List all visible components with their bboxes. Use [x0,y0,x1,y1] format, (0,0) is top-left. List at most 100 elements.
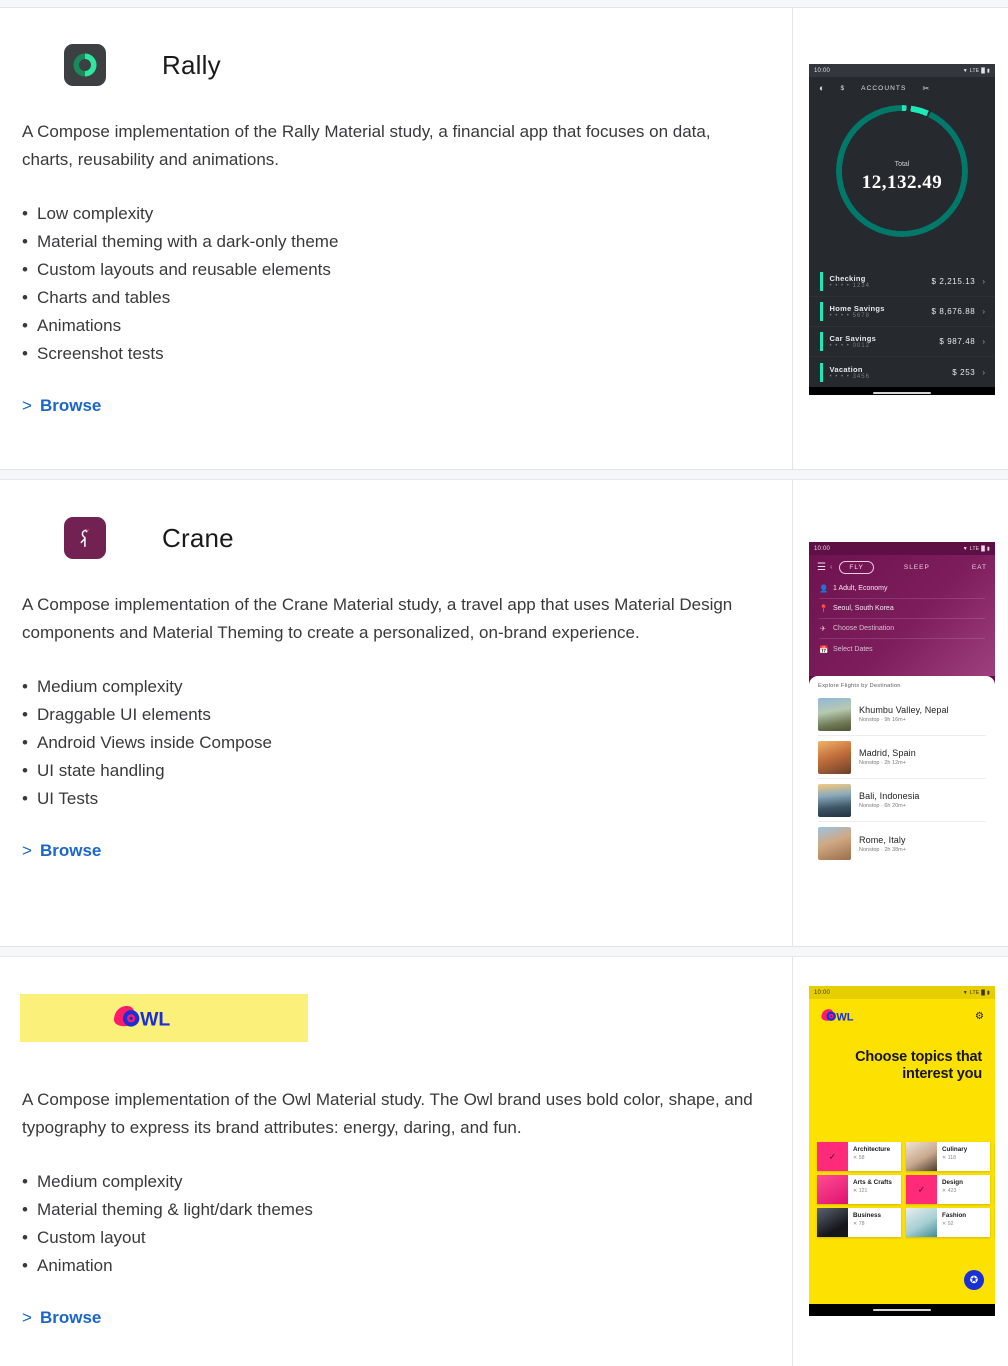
list-item[interactable]: Rome, Italy Nonstop · 2h 38m+ [818,822,986,865]
list-item: Material theming & light/dark themes [22,1196,792,1224]
svg-text:WL: WL [836,1011,853,1023]
topic-card[interactable]: Design ✕ 423 [906,1175,990,1204]
browse-label: Browse [39,841,102,860]
owl-logo-icon: WL [821,1009,854,1023]
accounts-donut-chart [836,105,968,237]
rally-feature-list: Low complexity Material theming with a d… [22,200,792,368]
topic-count: ✕ 423 [942,1188,957,1194]
topic-card[interactable]: Business ✕ 78 [817,1208,901,1237]
battery-icon: ▮ [987,545,990,552]
account-number: • • • • 0012 [829,343,870,349]
sample-row-crane: Crane A Compose implementation of the Cr… [0,481,1008,946]
rally-header: Rally [64,44,792,86]
crane-field-group: 👤 1 Adult, Economy 📍 Seoul, South Korea … [809,579,995,659]
account-amount: $ 253 [952,367,976,377]
tab-eat[interactable]: EAT [972,564,987,571]
destination-city: Khumbu Valley, Nepal [859,705,949,715]
list-item[interactable]: Khumbu Valley, Nepal Nonstop · 9h 16m+ [818,693,986,736]
browse-link-rally[interactable]: > Browse [22,396,101,416]
browse-link-owl[interactable]: > Browse [22,1308,101,1328]
topic-card[interactable]: Architecture ✕ 58 [817,1142,901,1171]
topic-thumbnail [906,1208,937,1237]
topic-card[interactable]: Arts & Crafts ✕ 121 [817,1175,901,1204]
topic-card[interactable]: Culinary ✕ 118 [906,1142,990,1171]
row-divider-1 [0,469,1008,480]
field-origin[interactable]: 📍 Seoul, South Korea [819,599,985,619]
destination-city: Rome, Italy [859,834,906,845]
account-name: Car Savings [829,334,877,343]
location-icon: 📍 [819,604,829,613]
table-row[interactable]: Vacation • • • • 3456 $ 253 › [809,357,995,387]
explore-icon: ✪ [969,1274,979,1286]
pie-chart-icon[interactable]: ◐ [819,83,824,93]
list-item[interactable]: Bali, Indonesia Nonstop · 6h 20m+ [818,779,986,822]
field-dates[interactable]: 📅 Select Dates [819,639,985,659]
rally-phone-screenshot: 10:00 ▼ LTE █ ▮ ◐ $ ACCOUNTS ✂ Total 12,… [809,64,995,395]
signal-icon: █ [981,545,986,552]
tab-accounts[interactable]: ACCOUNTS [861,85,906,92]
bills-icon[interactable]: ✂ [922,84,929,93]
gear-icon[interactable]: ⚙ [975,1011,984,1022]
samples-page: Rally A Compose implementation of the Ra… [0,0,1008,1366]
topic-count: ✕ 92 [942,1221,954,1227]
table-row[interactable]: Car Savings • • • • 0012 $ 987.48 › [809,327,995,357]
battery-icon: ▮ [987,67,990,74]
topic-meta: Business ✕ 78 [848,1208,881,1237]
list-item[interactable]: Madrid, Spain Nonstop · 2h 12m+ [818,736,986,779]
browse-link-crane[interactable]: > Browse [22,841,101,861]
topic-thumbnail [817,1142,848,1171]
page-title-crane: Crane [162,522,234,553]
tab-sleep[interactable]: SLEEP [904,564,930,571]
owl-topic-row: Architecture ✕ 58 Culinary ✕ 118 [809,1142,995,1171]
signal-icon: █ [981,989,986,996]
explore-fab-button[interactable]: ✪ [964,1270,984,1290]
owl-topic-grid: Architecture ✕ 58 Culinary ✕ 118 [809,1142,995,1241]
list-item: Custom layouts and reusable elements [22,256,792,284]
table-row[interactable]: Home Savings • • • • 5678 $ 8,676.88 › [809,297,995,327]
crane-app-icon [64,517,106,559]
status-icons: ▼ LTE █ ▮ [963,546,990,552]
account-color-bar [820,362,823,382]
destination-thumbnail [818,783,851,817]
rally-overview-panel: ◐ $ ACCOUNTS ✂ Total 12,132.49 [809,77,995,267]
destination-duration: Nonstop · 9h 16m+ [859,717,906,723]
signal-icon: █ [981,67,986,74]
topic-thumbnail [817,1175,848,1204]
field-passengers[interactable]: 👤 1 Adult, Economy [819,579,985,599]
field-destination[interactable]: ✈ Choose Destination [819,619,985,639]
crane-bird-icon [830,565,832,569]
tab-fly[interactable]: FLY [839,560,874,574]
topic-name: Architecture [853,1146,891,1153]
account-amount: $ 987.48 [939,337,976,346]
topic-thumbnail [906,1142,937,1171]
account-number: • • • • 1234 [829,283,870,289]
chevron-right-icon: › [982,277,985,286]
topic-meta: Design ✕ 423 [937,1175,963,1204]
rally-right-column: 10:00 ▼ LTE █ ▮ ◐ $ ACCOUNTS ✂ Total 12,… [793,8,1008,395]
owl-app-bar: WL ⚙ [809,999,995,1027]
list-item: UI Tests [22,785,792,813]
topic-thumbnail [906,1175,937,1204]
owl-headline: Choose topics that interest you [855,1049,982,1082]
account-name: Checking [829,274,866,283]
network-label: LTE [969,545,980,552]
account-number: • • • • 3456 [829,373,870,380]
list-item: Medium complexity [22,1168,792,1196]
destination-thumbnail [818,827,851,860]
currency-symbol[interactable]: $ [840,85,845,92]
owl-description: A Compose implementation of the Owl Mate… [22,1090,753,1137]
list-item: Animation [22,1252,792,1280]
account-name: Home Savings [829,304,885,313]
account-number: • • • • 5678 [829,313,870,319]
wifi-icon: ▼ [962,67,968,74]
account-color-bar [820,272,823,291]
table-row[interactable]: Checking • • • • 1234 $ 2,215.13 › [809,267,995,297]
rally-left-column: Rally A Compose implementation of the Ra… [0,8,792,416]
network-label: LTE [969,989,980,996]
list-item: Charts and tables [22,284,792,312]
menu-icon[interactable]: ☰ [817,562,826,573]
field-value: 1 Adult, Economy [833,585,888,592]
destination-text: Rome, Italy Nonstop · 2h 38m+ [859,835,906,853]
destination-duration: Nonstop · 6h 20m+ [859,803,906,809]
topic-card[interactable]: Fashion ✕ 92 [906,1208,990,1237]
